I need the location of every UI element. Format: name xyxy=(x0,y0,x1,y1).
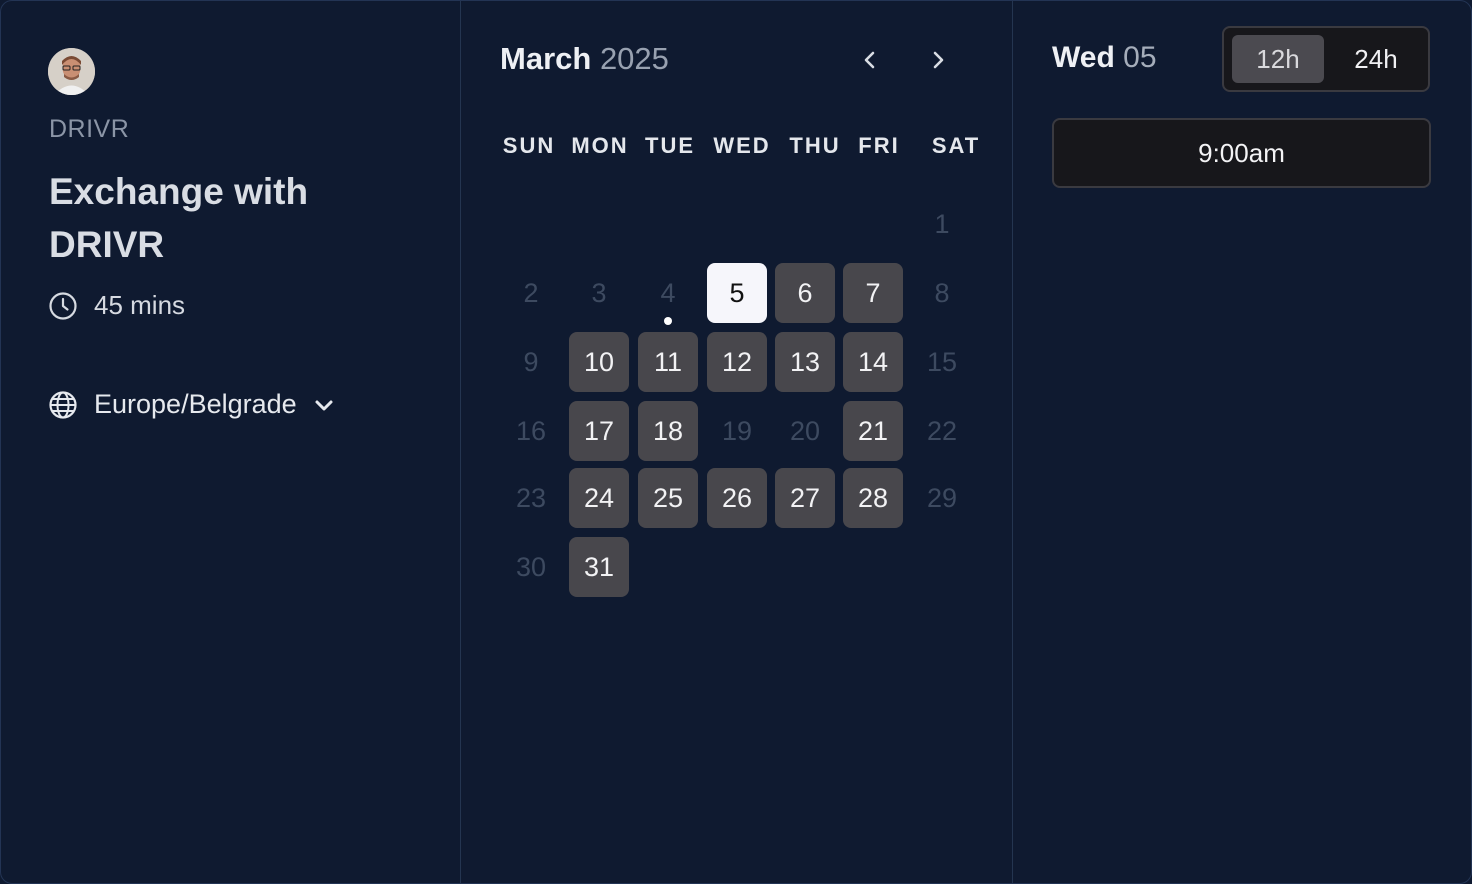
calendar-day[interactable]: 18 xyxy=(638,401,698,461)
calendar-day[interactable]: 28 xyxy=(843,468,903,528)
calendar-day[interactable]: 21 xyxy=(843,401,903,461)
time-format-toggle: 12h 24h xyxy=(1222,26,1430,92)
duration-row: 45 mins xyxy=(48,290,185,321)
next-month-button[interactable] xyxy=(922,45,954,75)
panel-divider-right xyxy=(1012,1,1013,883)
calendar-day: 8 xyxy=(934,277,950,308)
calendar-day: 3 xyxy=(591,277,607,308)
event-title: Exchange with DRIVR xyxy=(49,171,309,265)
calendar-day[interactable]: 17 xyxy=(569,401,629,461)
calendar-day: 15 xyxy=(926,346,958,377)
calendar-day[interactable]: 5 xyxy=(707,263,767,323)
clock-icon xyxy=(49,291,77,320)
weekday-fri: FRI xyxy=(858,133,900,158)
weekday-sun: SUN xyxy=(502,133,556,158)
booking-widget: DRIVR Exchange with DRIVR 45 mins Europe… xyxy=(0,0,1472,884)
weekday-wed: WED xyxy=(713,133,771,158)
calendar-day[interactable]: 25 xyxy=(638,468,698,528)
selected-day-name: Wed xyxy=(1052,41,1115,74)
calendar-day[interactable]: 7 xyxy=(843,263,903,323)
chevron-left-icon xyxy=(864,51,875,69)
calendar-day: 22 xyxy=(926,415,958,446)
calendar-day[interactable]: 13 xyxy=(775,332,835,392)
organizer-name: DRIVR xyxy=(49,115,130,143)
calendar-day[interactable]: 31 xyxy=(569,537,629,597)
format-24h-button[interactable]: 24h xyxy=(1330,35,1422,83)
time-slot-button[interactable]: 9:00am xyxy=(1052,118,1431,188)
duration-label: 45 mins xyxy=(94,290,186,320)
calendar-day[interactable]: 27 xyxy=(775,468,835,528)
weekday-tue: TUE xyxy=(645,133,695,158)
month-year: 2025 xyxy=(599,41,669,76)
weekday-mon: MON xyxy=(571,133,629,158)
avatar xyxy=(48,48,95,95)
selected-day-label: Wed 05 xyxy=(1052,41,1157,75)
panel-divider-left xyxy=(460,1,461,883)
calendar-day: 19 xyxy=(721,415,753,446)
calendar-day: 20 xyxy=(789,415,821,446)
calendar-day[interactable]: 14 xyxy=(843,332,903,392)
weekday-thu: THU xyxy=(789,133,841,158)
globe-icon xyxy=(49,390,77,419)
selected-day-number: 05 xyxy=(1123,41,1157,74)
calendar-day[interactable]: 11 xyxy=(638,332,698,392)
calendar-day: 2 xyxy=(523,277,539,308)
timezone-selector[interactable]: Europe/Belgrade xyxy=(48,389,335,420)
month-header: March 2025 xyxy=(500,41,669,77)
calendar-day: 4 xyxy=(660,277,676,308)
chevron-right-icon xyxy=(933,51,944,69)
calendar-day: 16 xyxy=(515,415,547,446)
calendar-day[interactable]: 24 xyxy=(569,468,629,528)
calendar-day: 30 xyxy=(515,551,547,582)
chevron-down-icon xyxy=(315,400,333,410)
prev-month-button[interactable] xyxy=(854,45,886,75)
timezone-label: Europe/Belgrade xyxy=(94,389,297,419)
calendar-day: 29 xyxy=(926,482,958,513)
calendar-day[interactable]: 6 xyxy=(775,263,835,323)
calendar-day[interactable]: 26 xyxy=(707,468,767,528)
calendar-day[interactable]: 12 xyxy=(707,332,767,392)
calendar-day: 9 xyxy=(523,346,539,377)
format-12h-button[interactable]: 12h xyxy=(1232,35,1324,83)
calendar-day: 23 xyxy=(515,482,547,513)
month-name: March xyxy=(500,41,592,76)
calendar-day: 1 xyxy=(934,208,950,239)
calendar-day[interactable]: 10 xyxy=(569,332,629,392)
weekday-sat: SAT xyxy=(931,133,981,158)
today-indicator xyxy=(664,317,672,325)
